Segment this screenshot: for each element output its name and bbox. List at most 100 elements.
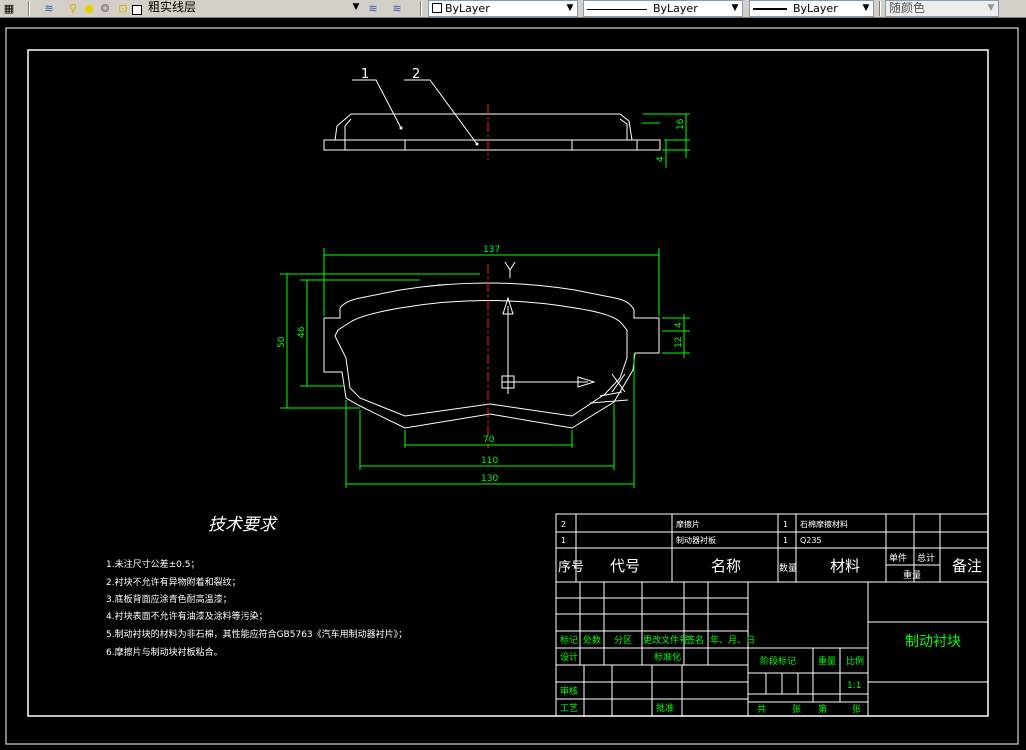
- linetype-value: ByLayer: [653, 2, 698, 15]
- friction-pad-face: [334, 300, 628, 417]
- properties-toolbar: ▦ ≋ ♀ ● ❂ ⊡ 粗实线层 ▼ ≋ ≋ ByLayer ▼ ByLayer…: [0, 0, 1026, 18]
- label-check: 审核: [560, 685, 578, 697]
- drawing-name: 制动衬块: [905, 634, 961, 650]
- label-signature: 签名: [686, 634, 704, 646]
- front-view-dims: [280, 248, 690, 488]
- chevron-down-icon[interactable]: ▼: [859, 1, 873, 16]
- drawing-canvas[interactable]: 1 2 16 4 137 50 46 4 12 70 110 130 技术要求 …: [0, 18, 1026, 750]
- tech-note: 1.未注尺寸公差±0.5；: [106, 558, 199, 570]
- ucs-icon: [501, 261, 626, 394]
- bom-row-qty: 1: [783, 536, 788, 545]
- backing-plate-outline: [323, 282, 660, 429]
- bom-row-no: 2: [561, 520, 566, 529]
- sun-icon[interactable]: ●: [82, 2, 96, 15]
- label-zone: 分区: [614, 635, 632, 646]
- label-process: 工艺: [560, 703, 578, 714]
- label-total-sheets: 共: [757, 704, 766, 715]
- bom-row-name: 制动器衬板: [676, 535, 716, 545]
- bom-row-qty: 1: [783, 520, 788, 529]
- lineweight-dropdown[interactable]: ByLayer ▼: [749, 0, 874, 17]
- chevron-down-icon[interactable]: ▼: [349, 0, 363, 15]
- color-value: ByLayer: [445, 2, 490, 15]
- dim-70: 70: [483, 435, 495, 445]
- tech-note: 4.衬块表面不允许有油漆及涂料等污染；: [106, 610, 268, 622]
- layers-icon[interactable]: ≋: [42, 2, 56, 15]
- balloon-1: 1: [361, 67, 369, 82]
- bom-row-material: 石棉摩擦材料: [800, 519, 848, 529]
- chevron-down-icon[interactable]: ▼: [728, 1, 742, 16]
- front-view: [323, 282, 660, 429]
- bom-header-code: 代号: [610, 557, 640, 575]
- lineweight-value: ByLayer: [793, 2, 838, 15]
- dim-12: 12: [674, 337, 684, 348]
- bom-header-qty: 数量: [779, 562, 797, 574]
- label-design: 设计: [560, 651, 578, 663]
- layer-manager-icon[interactable]: ▦: [2, 2, 16, 15]
- balloon-dot: [399, 126, 403, 130]
- bom-header-single: 单件: [889, 552, 907, 564]
- tech-note: 2.衬块不允许有异物附着和裂纹；: [106, 576, 241, 588]
- color-swatch: [432, 3, 442, 13]
- label-sheets: 张: [792, 704, 801, 715]
- layer-previous-icon[interactable]: ≋: [390, 2, 404, 15]
- label-date: 年、月、日: [710, 634, 755, 646]
- label-mark: 标记: [560, 634, 578, 646]
- plotstyle-value: 随颜色: [889, 1, 926, 15]
- chevron-down-icon[interactable]: ▼: [563, 1, 577, 16]
- label-doc-no: 更改文件号: [643, 634, 688, 646]
- dim-46: 46: [297, 326, 307, 338]
- linetype-dropdown[interactable]: ByLayer ▼: [583, 0, 743, 17]
- drawing-svg: 1 2 16 4 137 50 46 4 12 70 110 130 技术要求 …: [5, 27, 1019, 745]
- bom-row-material: Q235: [800, 536, 822, 545]
- dim-110: 110: [481, 456, 498, 466]
- balloon-2: 2: [412, 67, 420, 82]
- dim-50: 50: [277, 336, 287, 348]
- dim-130: 130: [481, 474, 498, 484]
- bom-header-weight: 重量: [903, 569, 921, 581]
- tech-note: 5.制动衬块的材料为非石棉，其性能应符合GB5763《汽车用制动器衬片》；: [106, 628, 407, 640]
- lock-icon[interactable]: ⊡: [116, 2, 130, 15]
- title-block-labels: 标记 处数 分区 更改文件号 签名 年、月、日 设计 标准化 审核 工艺 批准 …: [560, 634, 864, 715]
- backing-plate: [323, 139, 661, 151]
- dim-4-top: 4: [656, 156, 666, 162]
- color-dropdown[interactable]: ByLayer ▼: [428, 0, 578, 17]
- bom-row-no: 1: [561, 536, 566, 545]
- tech-note: 6.摩擦片与制动块衬板粘合。: [106, 646, 223, 658]
- tech-note: 3.底板背面应涂青色耐高温漆；: [106, 593, 232, 605]
- bom-header-material: 材料: [830, 557, 860, 575]
- balloon-leaders: [352, 79, 478, 145]
- toolbar-separator: [879, 1, 881, 16]
- plotstyle-dropdown: 随颜色 ▼: [885, 0, 999, 17]
- layer-dropdown[interactable]: 粗实线层 ▼: [145, 0, 363, 17]
- friction-pad-outline: [334, 113, 633, 141]
- balloon-dot: [475, 142, 479, 146]
- layer-name: 粗实线层: [148, 0, 197, 14]
- bom-header-total: 总计: [917, 552, 935, 564]
- side-view: [323, 113, 661, 151]
- label-weight: 重量: [818, 655, 836, 667]
- dim-4-right: 4: [674, 322, 684, 328]
- scale-value: 1:1: [847, 681, 861, 691]
- bom-header-remark: 备注: [952, 557, 982, 575]
- layer-color-swatch: [132, 5, 142, 15]
- dim-137: 137: [483, 245, 500, 255]
- linetype-preview: [587, 8, 647, 10]
- lightbulb-icon[interactable]: ♀: [66, 2, 80, 15]
- bom-header-no: 序号: [558, 560, 584, 575]
- label-count: 处数: [583, 634, 601, 646]
- dim-16: 16: [676, 118, 686, 130]
- toolbar-separator: [420, 1, 422, 16]
- freeze-viewport-icon[interactable]: ❂: [98, 2, 112, 15]
- label-approve: 批准: [656, 702, 674, 714]
- tech-requirements-title: 技术要求: [208, 515, 278, 535]
- label-sheet-no: 第: [818, 703, 827, 715]
- label-standard: 标准化: [654, 651, 681, 663]
- label-stage: 阶段标记: [760, 655, 796, 667]
- label-sheet: 张: [852, 704, 861, 715]
- bom-header-name: 名称: [711, 557, 741, 575]
- toolbar-separator: [28, 1, 30, 16]
- make-layer-current-icon[interactable]: ≋: [366, 2, 380, 15]
- bom-row-name: 摩擦片: [676, 519, 700, 529]
- chevron-down-icon: ▼: [987, 3, 995, 13]
- lineweight-preview: [753, 8, 787, 10]
